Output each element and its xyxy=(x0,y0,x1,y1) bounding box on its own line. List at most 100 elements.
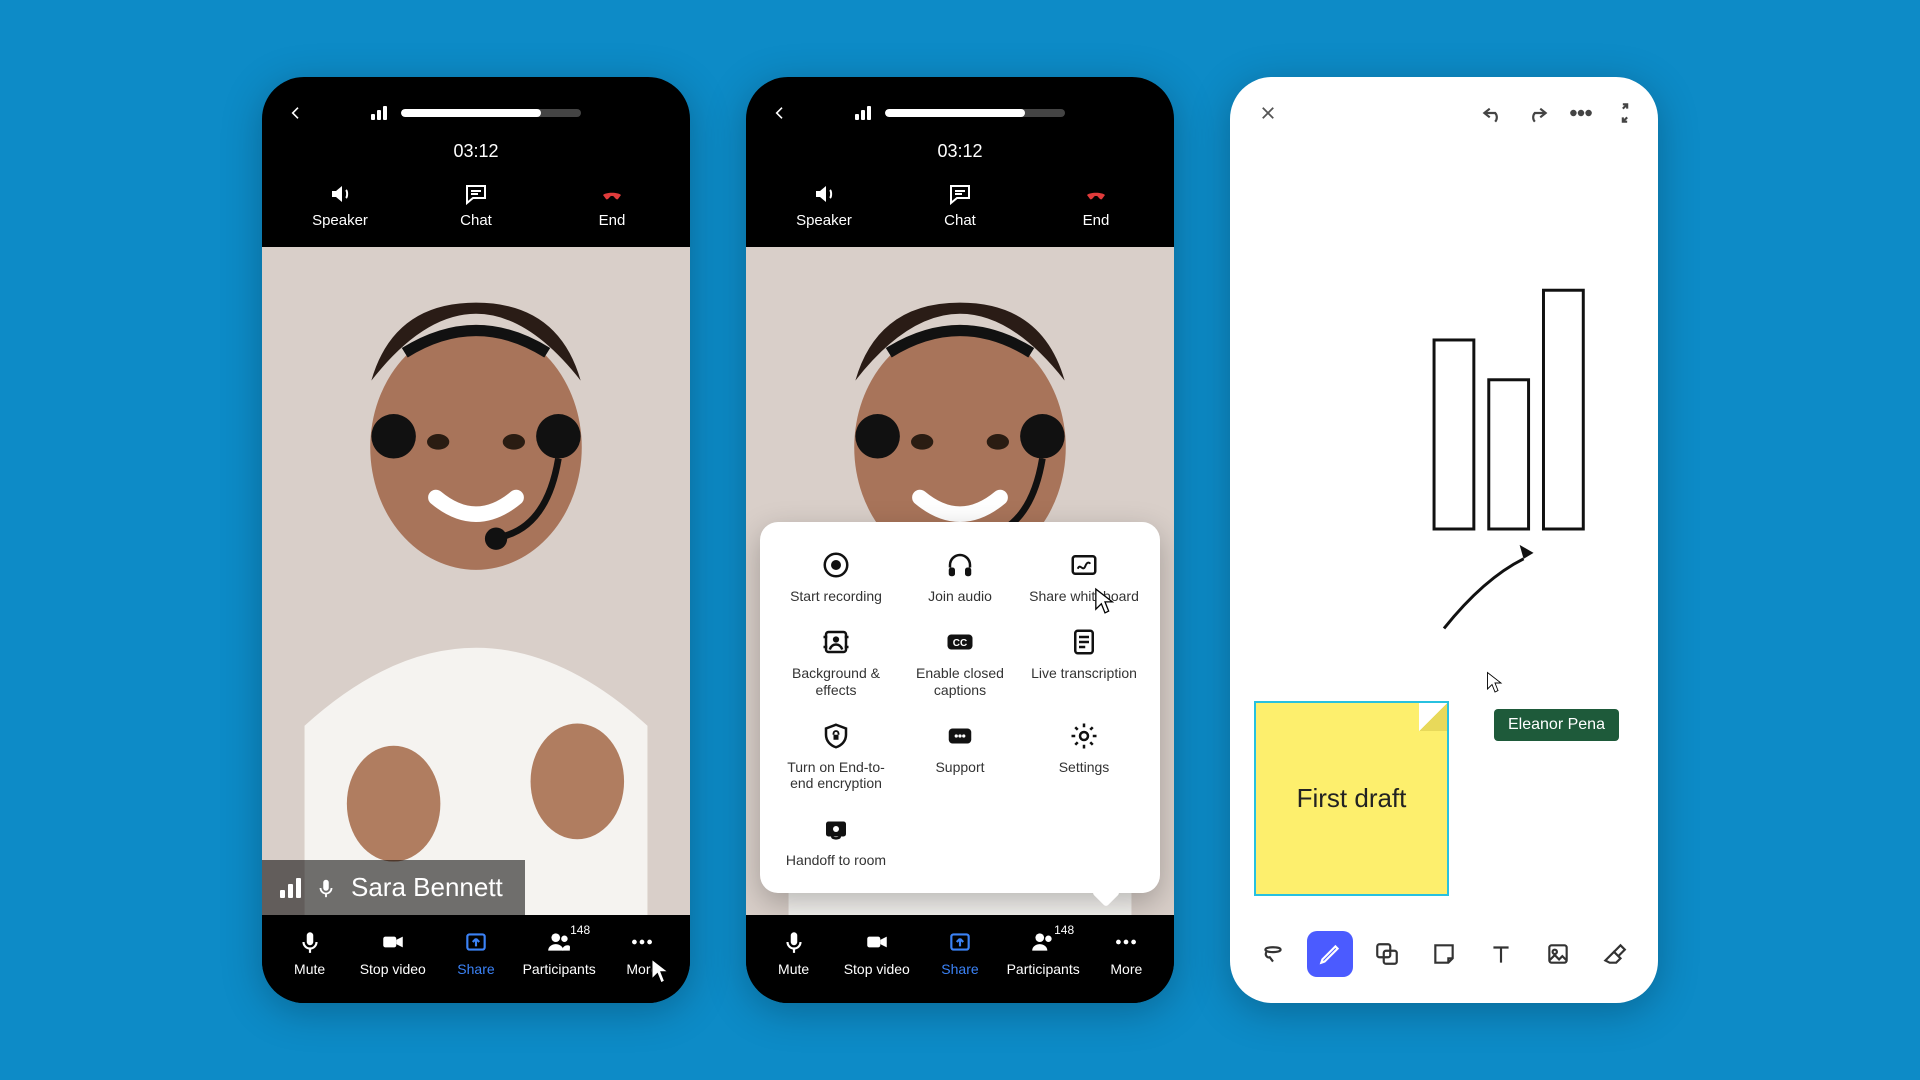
whiteboard-topbar xyxy=(1230,77,1658,141)
chat-label: Chat xyxy=(944,212,976,229)
call-phone-2: 03:12 Speaker Chat End xyxy=(746,77,1174,1003)
end-label: End xyxy=(599,212,626,229)
microphone-icon xyxy=(295,929,325,955)
participants-label: Participants xyxy=(523,961,596,977)
speaker-label: Speaker xyxy=(312,212,368,229)
eraser-tool[interactable] xyxy=(1591,931,1637,977)
signal-icon xyxy=(280,878,301,898)
enable-cc-item[interactable]: CC Enable closed captions xyxy=(898,627,1022,699)
live-transcription-label: Live transcription xyxy=(1031,665,1137,682)
svg-text:CC: CC xyxy=(953,638,967,649)
bottom-bar: Mute Stop video Share 148 Participants M… xyxy=(746,915,1174,1003)
chat-icon xyxy=(461,182,491,206)
bottom-bar: Mute Stop video Share 148 Participants M… xyxy=(262,915,690,1003)
share-whiteboard-label: Share whiteboard xyxy=(1029,588,1139,605)
share-button[interactable]: Share xyxy=(437,929,515,977)
handoff-item[interactable]: Handoff to room xyxy=(774,814,898,869)
end-call-button[interactable]: End xyxy=(1041,182,1151,229)
sticky-note[interactable]: First draft xyxy=(1254,701,1449,896)
text-tool[interactable] xyxy=(1478,931,1524,977)
chat-button[interactable]: Chat xyxy=(421,182,531,229)
undo-icon xyxy=(1480,100,1506,126)
close-icon xyxy=(1259,104,1277,122)
speaker-button[interactable]: Speaker xyxy=(769,182,879,229)
live-transcription-item[interactable]: Live transcription xyxy=(1022,627,1146,699)
participants-count: 148 xyxy=(1054,923,1074,937)
share-whiteboard-item[interactable]: Share whiteboard xyxy=(1022,550,1146,605)
participants-button[interactable]: 148 Participants xyxy=(1004,929,1082,977)
signal-icon xyxy=(855,106,871,120)
sticky-tool[interactable] xyxy=(1421,931,1467,977)
select-tool[interactable] xyxy=(1250,931,1296,977)
shield-icon xyxy=(821,721,851,751)
share-button[interactable]: Share xyxy=(921,929,999,977)
whiteboard-canvas[interactable]: First draft Eleanor Pena xyxy=(1234,141,1654,917)
video-icon xyxy=(378,929,408,955)
image-tool[interactable] xyxy=(1535,931,1581,977)
share-icon xyxy=(945,929,975,955)
more-button[interactable]: More xyxy=(1087,929,1165,977)
microphone-icon xyxy=(779,929,809,955)
call-phone-1: 03:12 Speaker Chat End xyxy=(262,77,690,1003)
participants-button[interactable]: 148 Participants xyxy=(520,929,598,977)
sticky-note-text: First draft xyxy=(1297,783,1407,814)
participant-name: Sara Bennett xyxy=(351,872,503,903)
close-button[interactable] xyxy=(1250,95,1286,131)
video-icon xyxy=(862,929,892,955)
more-icon xyxy=(1111,929,1141,955)
collaborator-name: Eleanor Pena xyxy=(1508,716,1605,733)
pen-tool[interactable] xyxy=(1307,931,1353,977)
chat-button[interactable]: Chat xyxy=(905,182,1015,229)
speaker-button[interactable]: Speaker xyxy=(285,182,395,229)
headphones-icon xyxy=(945,550,975,580)
options-button[interactable] xyxy=(1568,100,1594,126)
mute-button[interactable]: Mute xyxy=(271,929,349,977)
sticky-icon xyxy=(1431,941,1457,967)
share-label: Share xyxy=(941,961,978,977)
end-call-button[interactable]: End xyxy=(557,182,667,229)
signal-row xyxy=(282,106,670,120)
call-topbar xyxy=(746,77,1174,127)
share-icon xyxy=(461,929,491,955)
record-icon xyxy=(821,550,851,580)
whiteboard-icon xyxy=(1069,550,1099,580)
join-audio-label: Join audio xyxy=(928,588,992,605)
text-icon xyxy=(1488,941,1514,967)
join-audio-item[interactable]: Join audio xyxy=(898,550,1022,605)
more-icon xyxy=(627,929,657,955)
lasso-icon xyxy=(1260,941,1286,967)
stop-video-button[interactable]: Stop video xyxy=(838,929,916,977)
share-label: Share xyxy=(457,961,494,977)
call-timer: 03:12 xyxy=(262,141,690,162)
video-area: Sara Bennett xyxy=(262,247,690,915)
mute-label: Mute xyxy=(778,961,809,977)
redo-button[interactable] xyxy=(1524,100,1550,126)
pen-icon xyxy=(1317,941,1343,967)
more-button[interactable]: More xyxy=(603,929,681,977)
speaker-icon xyxy=(809,182,839,206)
background-effects-item[interactable]: Background & effects xyxy=(774,627,898,699)
participant-video xyxy=(262,247,690,915)
audio-level-bar xyxy=(401,109,581,117)
collaborator-label: Eleanor Pena xyxy=(1494,709,1619,741)
call-timer: 03:12 xyxy=(746,141,1174,162)
whiteboard-top-tools xyxy=(1480,100,1638,126)
chat-label: Chat xyxy=(460,212,492,229)
speaker-icon xyxy=(325,182,355,206)
support-item[interactable]: Support xyxy=(898,721,1022,793)
image-icon xyxy=(1545,941,1571,967)
stop-video-button[interactable]: Stop video xyxy=(354,929,432,977)
e2ee-item[interactable]: Turn on End-to-end encryption xyxy=(774,721,898,793)
mute-button[interactable]: Mute xyxy=(755,929,833,977)
start-recording-item[interactable]: Start recording xyxy=(774,550,898,605)
settings-item[interactable]: Settings xyxy=(1022,721,1146,793)
whiteboard-toolbar xyxy=(1230,917,1658,1003)
transcript-icon xyxy=(1069,627,1099,657)
background-icon xyxy=(821,627,851,657)
top-actions: Speaker Chat End xyxy=(262,162,690,247)
handoff-label: Handoff to room xyxy=(786,852,886,869)
shape-tool[interactable] xyxy=(1364,931,1410,977)
collapse-button[interactable] xyxy=(1612,100,1638,126)
top-actions: Speaker Chat End xyxy=(746,162,1174,247)
undo-button[interactable] xyxy=(1480,100,1506,126)
